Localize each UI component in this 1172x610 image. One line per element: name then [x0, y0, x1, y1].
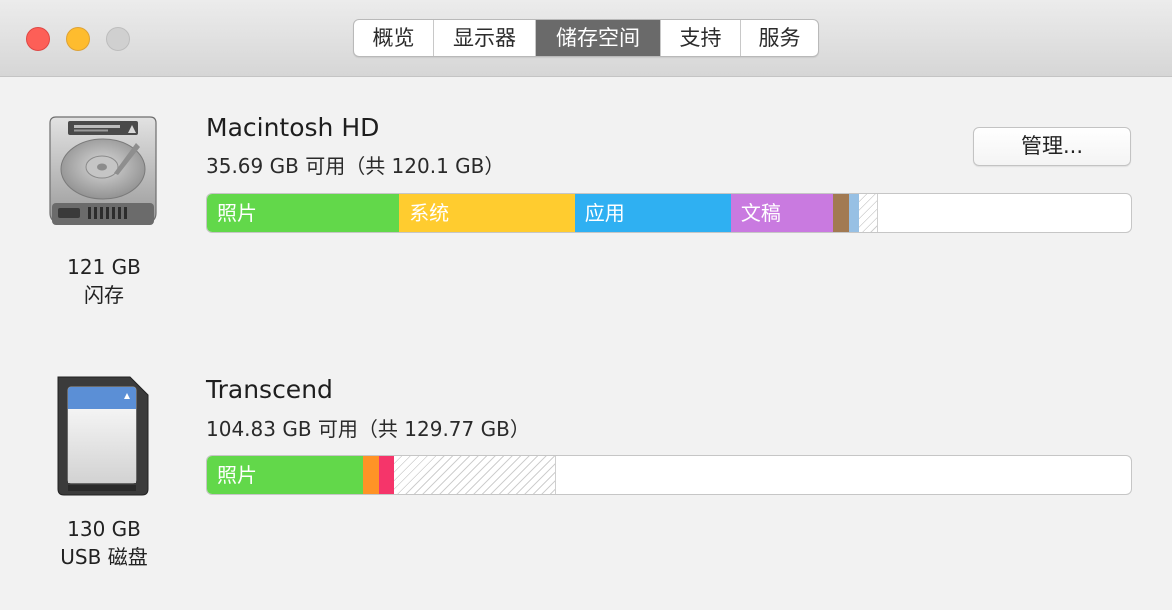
usage-segment-pink[interactable] — [378, 456, 394, 494]
disk-size-label: 130 GB — [67, 517, 141, 541]
title-bar: 概览 显示器 储存空间 支持 服务 — [0, 0, 1172, 77]
tab-bar: 概览 显示器 储存空间 支持 服务 — [353, 19, 819, 57]
usage-segment-photos[interactable]: 照片 — [207, 456, 364, 494]
usage-segment-system[interactable]: 系统 — [399, 194, 575, 232]
close-window-button[interactable] — [26, 27, 50, 51]
usage-segment-photos[interactable]: 照片 — [207, 194, 400, 232]
tab-storage[interactable]: 储存空间 — [536, 20, 661, 56]
tab-service[interactable]: 服务 — [741, 20, 818, 56]
tab-overview[interactable]: 概览 — [354, 20, 434, 56]
disk-type-label: 闪存 — [84, 283, 124, 307]
volume-name: Macintosh HD — [206, 113, 380, 142]
storage-content: 121 GB 闪存 Macintosh HD 35.69 GB 可用（共 120… — [0, 77, 1172, 610]
disk-type-label: USB 磁盘 — [60, 545, 148, 569]
disk-size-label: 121 GB — [67, 255, 141, 279]
sd-card-icon — [54, 373, 152, 503]
usage-segment-apps[interactable]: 应用 — [574, 194, 731, 232]
hard-drive-icon — [44, 113, 162, 237]
usage-segment-orange[interactable] — [363, 456, 379, 494]
storage-usage-bar: 照片 — [206, 455, 1132, 495]
zoom-window-button[interactable] — [106, 27, 130, 51]
tab-support[interactable]: 支持 — [661, 20, 741, 56]
usage-segment-purgeable[interactable] — [393, 456, 557, 494]
tab-displays[interactable]: 显示器 — [434, 20, 536, 56]
usage-segment-documents[interactable]: 文稿 — [730, 194, 834, 232]
volume-availability: 104.83 GB 可用（共 129.77 GB） — [206, 417, 530, 441]
usage-segment-other-brown[interactable] — [833, 194, 850, 232]
usage-segment-purgeable[interactable] — [859, 194, 878, 232]
manage-button[interactable]: 管理... — [973, 127, 1131, 166]
usage-segment-other-blue[interactable] — [849, 194, 860, 232]
volume-name: Transcend — [206, 375, 333, 404]
storage-window: 概览 显示器 储存空间 支持 服务 121 GB 闪存 Macintosh HD… — [0, 0, 1172, 610]
volume-availability: 35.69 GB 可用（共 120.1 GB） — [206, 154, 505, 178]
storage-usage-bar: 照片 系统 应用 文稿 — [206, 193, 1132, 233]
minimize-window-button[interactable] — [66, 27, 90, 51]
